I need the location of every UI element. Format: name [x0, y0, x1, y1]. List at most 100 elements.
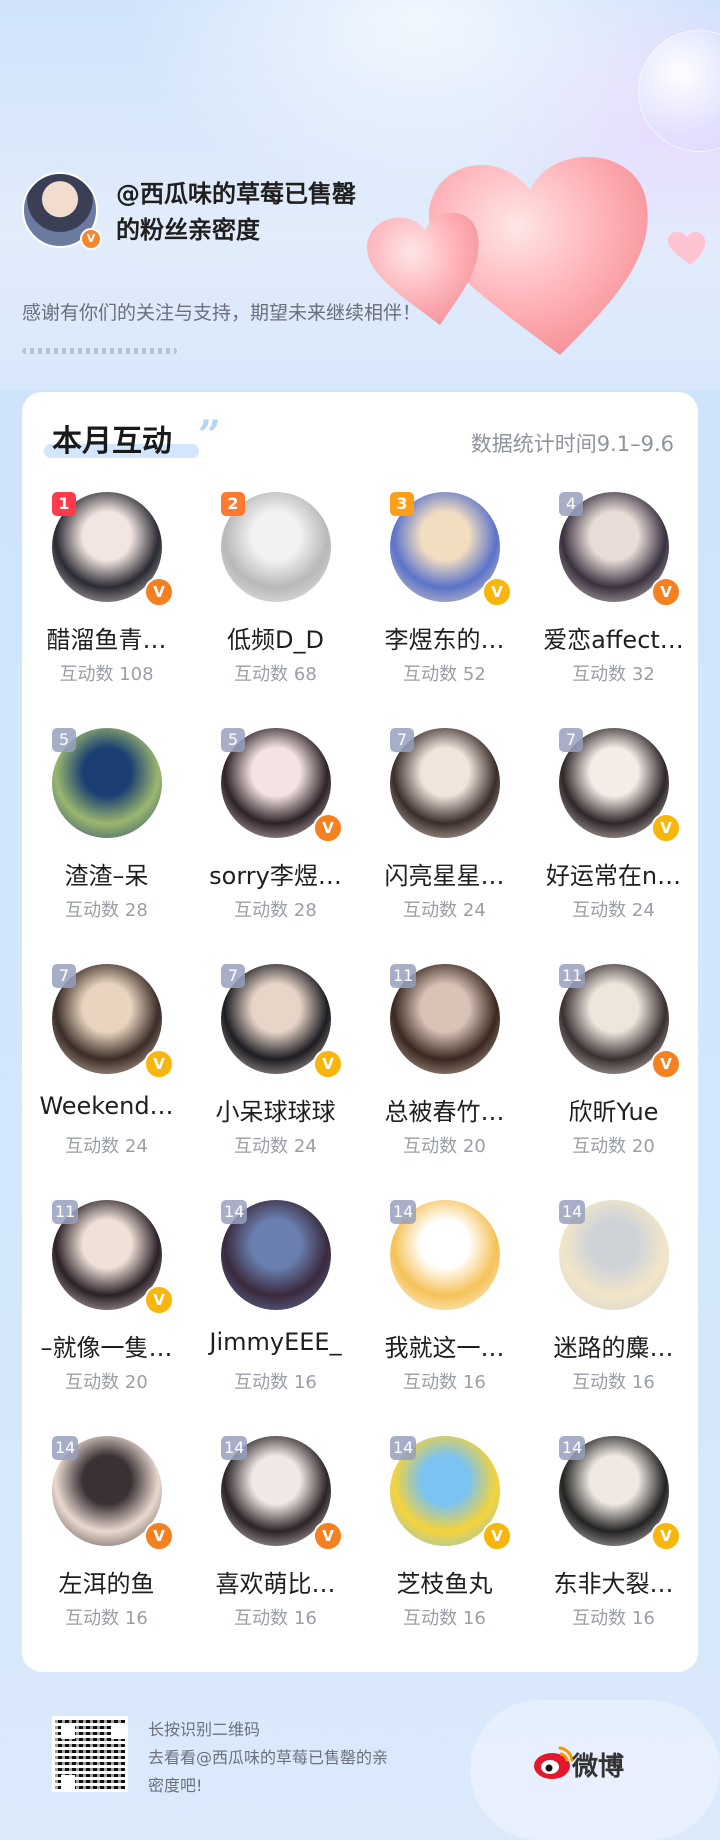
interaction-count: 互动数 28: [65, 900, 148, 921]
rank-badge: 14: [390, 1200, 417, 1224]
verified-badge-icon: V: [80, 228, 102, 250]
brand-name: 微博: [572, 1752, 625, 1782]
fan-name[interactable]: 总被春竹…: [364, 1092, 525, 1127]
rank-badge: 5: [221, 728, 245, 752]
hearts-decoration: [366, 156, 706, 355]
interaction-count: 互动数 20: [572, 1136, 655, 1157]
fan-item[interactable]: 14 迷路的麋… 互动数 16: [529, 1200, 698, 1436]
fan-item[interactable]: 14 V 芝枝鱼丸 互动数 16: [360, 1436, 529, 1672]
interaction-count: 互动数 16: [234, 1608, 317, 1629]
interaction-count: 互动数 16: [403, 1372, 486, 1393]
verified-badge-icon: V: [144, 1521, 174, 1551]
interaction-count: 互动数 16: [572, 1372, 655, 1393]
footer-line-3: 密度吧!: [148, 1776, 203, 1795]
interaction-count: 互动数 20: [65, 1372, 148, 1393]
footer: 长按识别二维码 去看看@西瓜味的草莓已售罄的亲 密度吧! 微博: [0, 1690, 720, 1840]
interaction-count: 互动数 16: [403, 1608, 486, 1629]
fan-item[interactable]: 5 Vsorry李煜… 互动数 28: [191, 728, 360, 964]
interaction-count: 互动数 24: [403, 900, 486, 921]
footer-line-1: 长按识别二维码: [148, 1720, 261, 1739]
verified-badge-icon: V: [651, 1049, 681, 1079]
fan-item[interactable]: 4 V 爱恋affect… 互动数 32: [529, 492, 698, 728]
interaction-count: 互动数 28: [234, 900, 317, 921]
fan-item[interactable]: 11 V –就像一隻… 互动数 20: [22, 1200, 191, 1436]
owner-name[interactable]: @西瓜味的草莓已售罄: [116, 176, 356, 212]
fan-item[interactable]: 2 低频D_D 互动数 68: [191, 492, 360, 728]
fan-item[interactable]: 11 总被春竹… 互动数 20: [360, 964, 529, 1200]
rank-badge: 14: [221, 1436, 248, 1460]
rank-badge: 11: [390, 964, 417, 988]
card-title-group: 本月互动: [44, 416, 199, 460]
verified-badge-icon: V: [651, 813, 681, 843]
fan-name[interactable]: 东非大裂…: [533, 1564, 694, 1599]
fan-name[interactable]: 小呆球球球: [195, 1092, 356, 1127]
verified-badge-icon: V: [313, 1521, 343, 1551]
verified-badge-icon: V: [313, 1049, 343, 1079]
fan-item[interactable]: 14 JimmyEEE_ 互动数 16: [191, 1200, 360, 1436]
verified-badge-icon: V: [144, 1049, 174, 1079]
fan-name[interactable]: sorry李煜…: [195, 856, 356, 891]
stats-period: 数据统计时间9.1–9.6: [470, 432, 674, 456]
rank-badge: 2: [221, 492, 245, 516]
fan-name[interactable]: 喜欢萌比…: [195, 1564, 356, 1599]
fan-item[interactable]: 7 V 小呆球球球 互动数 24: [191, 964, 360, 1200]
verified-badge-icon: V: [144, 577, 174, 607]
fan-item[interactable]: 7 V Weekend… 互动数 24: [22, 964, 191, 1200]
rank-badge: 7: [221, 964, 245, 988]
rank-badge: 7: [559, 728, 583, 752]
rank-badge: 5: [52, 728, 76, 752]
interaction-count: 互动数 20: [403, 1136, 486, 1157]
fan-name[interactable]: 李煜东的…: [364, 620, 525, 655]
rank-badge: 1: [52, 492, 76, 516]
fan-name[interactable]: Weekend…: [26, 1092, 187, 1120]
fan-name[interactable]: 好运常在n…: [533, 856, 694, 891]
rank-badge: 14: [52, 1436, 79, 1460]
fan-name[interactable]: JimmyEEE_: [195, 1328, 356, 1356]
card-title: 本月互动: [52, 424, 172, 459]
fan-name[interactable]: 欣昕Yue: [533, 1092, 694, 1127]
fan-item[interactable]: 11 V 欣昕Yue 互动数 20: [529, 964, 698, 1200]
fan-item[interactable]: 14 V 喜欢萌比… 互动数 16: [191, 1436, 360, 1672]
interaction-count: 互动数 108: [59, 664, 154, 685]
rank-badge: 4: [559, 492, 583, 516]
interaction-count: 互动数 16: [234, 1372, 317, 1393]
fan-name[interactable]: 我就这一…: [364, 1328, 525, 1363]
qr-code-icon[interactable]: [52, 1716, 128, 1792]
fan-item[interactable]: 3 V 李煜东的… 互动数 52: [360, 492, 529, 728]
fan-name[interactable]: 醋溜鱼青…: [26, 620, 187, 655]
fan-name[interactable]: 低频D_D: [195, 620, 356, 655]
rank-badge: 7: [390, 728, 414, 752]
fan-name[interactable]: 渣渣–呆: [26, 856, 187, 891]
fan-item[interactable]: 5 渣渣–呆互动数 28: [22, 728, 191, 964]
fan-item[interactable]: 14 V 左洱的鱼互动数 16: [22, 1436, 191, 1672]
fan-name[interactable]: 爱恋affect…: [533, 620, 694, 655]
fan-item[interactable]: 1 V 醋溜鱼青… 互动数 108: [22, 492, 191, 728]
verified-badge-icon: V: [482, 577, 512, 607]
rank-badge: 11: [559, 964, 586, 988]
verified-badge-icon: V: [144, 1285, 174, 1315]
interaction-count: 互动数 16: [65, 1608, 148, 1629]
rank-badge: 14: [559, 1200, 586, 1224]
page-subtitle: 的粉丝亲密度: [116, 216, 260, 244]
divider: [22, 348, 177, 354]
fan-item[interactable]: 14 我就这一… 互动数 16: [360, 1200, 529, 1436]
rank-badge: 11: [52, 1200, 79, 1224]
fan-item[interactable]: 14 V 东非大裂… 互动数 16: [529, 1436, 698, 1672]
interaction-count: 互动数 24: [65, 1136, 148, 1157]
verified-badge-icon: V: [651, 577, 681, 607]
fan-name[interactable]: 左洱的鱼: [26, 1564, 187, 1599]
interaction-count: 互动数 16: [572, 1608, 655, 1629]
rank-badge: 14: [221, 1200, 248, 1224]
quote-mark-icon: ”: [198, 412, 222, 459]
rank-badge: 14: [390, 1436, 417, 1460]
fan-name[interactable]: 迷路的麋…: [533, 1328, 694, 1363]
fan-name[interactable]: 闪亮星星…: [364, 856, 525, 891]
interaction-count: 互动数 68: [234, 664, 317, 685]
rank-badge: 3: [390, 492, 414, 516]
rank-badge: 14: [559, 1436, 586, 1460]
fan-item[interactable]: 7 闪亮星星… 互动数 24: [360, 728, 529, 964]
fan-name[interactable]: –就像一隻…: [26, 1328, 187, 1363]
fan-name[interactable]: 芝枝鱼丸: [364, 1564, 525, 1599]
fan-item[interactable]: 7 V 好运常在n… 互动数 24: [529, 728, 698, 964]
interaction-count: 互动数 32: [572, 664, 655, 685]
